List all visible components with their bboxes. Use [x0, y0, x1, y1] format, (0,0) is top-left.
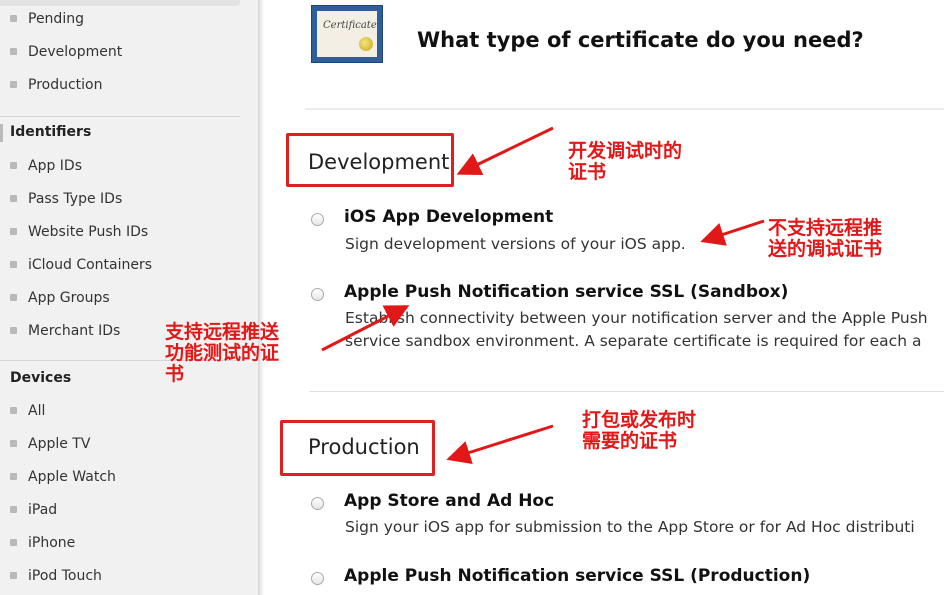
option-title-apns-sandbox[interactable]: Apple Push Notification service SSL (San…	[344, 282, 788, 302]
bullet-icon	[10, 260, 17, 268]
option-title-app-store-ad-hoc[interactable]: App Store and Ad Hoc	[344, 491, 554, 511]
bullet-icon	[10, 439, 17, 447]
sidebar-heading-devices: Devices	[10, 370, 72, 386]
bullet-icon	[10, 505, 17, 513]
bullet-icon	[10, 406, 17, 414]
sidebar-item-app-groups[interactable]: App Groups	[10, 287, 110, 309]
sidebar-item-production[interactable]: Production	[10, 74, 102, 96]
bullet-icon	[10, 194, 17, 202]
bullet-icon	[10, 538, 17, 546]
annotation-line: 需要的证书	[582, 430, 678, 452]
sidebar-item-label: All	[28, 403, 46, 419]
sidebar-item-label: Apple Watch	[28, 469, 116, 485]
option-title-ios-app-development[interactable]: iOS App Development	[344, 207, 553, 227]
sidebar-item-label: Merchant IDs	[28, 323, 121, 339]
main-content: Certificate What type of certificate do …	[265, 0, 944, 595]
annotation-line: 开发调试时的	[568, 140, 683, 162]
sidebar-item-label: iPod Touch	[28, 568, 102, 584]
annotation-push-test: 支持远程推送 功能测试的证 书	[165, 322, 279, 385]
section-divider	[309, 391, 944, 392]
annotation-production: 打包或发布时 需要的证书	[582, 410, 696, 452]
sidebar-item-label: iPhone	[28, 535, 76, 551]
bullet-icon	[10, 227, 17, 235]
sidebar-item-label: Pass Type IDs	[28, 191, 123, 207]
sidebar-divider	[0, 116, 240, 117]
sidebar-item-label: Apple TV	[28, 436, 91, 452]
sidebar-item-label: App IDs	[28, 158, 83, 174]
bullet-icon	[10, 293, 17, 301]
annotation-line: 打包或发布时	[582, 409, 697, 431]
sidebar-item-label: Production	[28, 77, 103, 93]
sidebar-item-app-ids[interactable]: App IDs	[10, 155, 82, 177]
annotation-line: 功能测试的证	[165, 342, 280, 364]
sidebar-item-label: Website Push IDs	[28, 224, 149, 240]
sidebar-item-label: Development	[28, 44, 123, 60]
bullet-icon	[10, 161, 17, 169]
option-desc-apns-sandbox-line2: service sandbox environment. A separate …	[345, 332, 922, 350]
sidebar-item-label: App Groups	[28, 290, 110, 306]
sidebar-item-icloud-containers[interactable]: iCloud Containers	[10, 254, 152, 276]
sidebar-item-ipod-touch[interactable]: iPod Touch	[10, 565, 102, 587]
bullet-icon	[10, 571, 17, 579]
sidebar: Pending Development Production Identifie…	[0, 0, 259, 595]
sidebar-item-merchant-ids[interactable]: Merchant IDs	[10, 320, 120, 342]
sidebar-item-website-push-ids[interactable]: Website Push IDs	[10, 221, 148, 243]
annotation-line: 书	[165, 363, 185, 385]
annotation-line: 送的调试证书	[768, 238, 883, 260]
sidebar-heading-identifiers: Identifiers	[10, 124, 92, 140]
annotation-line: 证书	[568, 161, 607, 183]
certificate-paper: Certificate	[317, 11, 377, 57]
sidebar-item-iphone[interactable]: iPhone	[10, 532, 75, 554]
bullet-icon	[10, 14, 17, 22]
sidebar-item-ipad[interactable]: iPad	[10, 499, 57, 521]
page-title: What type of certificate do you need?	[417, 28, 864, 52]
option-desc-ios-app-development: Sign development versions of your iOS ap…	[345, 235, 686, 253]
seal-icon	[359, 37, 373, 51]
radio-apns-production[interactable]	[311, 572, 324, 585]
sidebar-scroll-indicator	[0, 0, 240, 6]
sidebar-item-apple-tv[interactable]: Apple TV	[10, 433, 90, 455]
title-divider	[305, 108, 944, 110]
sidebar-item-all[interactable]: All	[10, 400, 45, 422]
bullet-icon	[10, 326, 17, 334]
section-heading-development: Development	[308, 150, 450, 174]
option-desc-apns-sandbox-line1: Establish connectivity between your noti…	[345, 309, 928, 327]
radio-app-store-ad-hoc[interactable]	[311, 497, 324, 510]
bullet-icon	[10, 47, 17, 55]
annotation-no-push: 不支持远程推 送的调试证书	[768, 218, 882, 260]
certificate-icon: Certificate	[311, 5, 383, 63]
annotation-line: 支持远程推送	[165, 321, 280, 343]
annotation-line: 不支持远程推	[768, 217, 883, 239]
sidebar-shadow	[258, 0, 264, 595]
sidebar-item-pass-type-ids[interactable]: Pass Type IDs	[10, 188, 122, 210]
radio-apns-sandbox[interactable]	[311, 288, 324, 301]
bullet-icon	[10, 472, 17, 480]
section-heading-production: Production	[308, 435, 420, 459]
option-desc-app-store-ad-hoc: Sign your iOS app for submission to the …	[345, 518, 915, 536]
sidebar-item-pending[interactable]: Pending	[10, 8, 84, 30]
option-title-apns-production[interactable]: Apple Push Notification service SSL (Pro…	[344, 566, 810, 586]
bullet-icon	[10, 80, 17, 88]
annotation-dev-cert: 开发调试时的 证书	[568, 141, 682, 183]
section-marker	[0, 124, 3, 142]
sidebar-item-label: Pending	[28, 11, 84, 27]
radio-ios-app-development[interactable]	[311, 213, 324, 226]
sidebar-item-development[interactable]: Development	[10, 41, 122, 63]
sidebar-item-label: iPad	[28, 502, 58, 518]
sidebar-item-label: iCloud Containers	[28, 257, 153, 273]
certificate-icon-text: Certificate	[323, 20, 377, 31]
sidebar-item-apple-watch[interactable]: Apple Watch	[10, 466, 116, 488]
